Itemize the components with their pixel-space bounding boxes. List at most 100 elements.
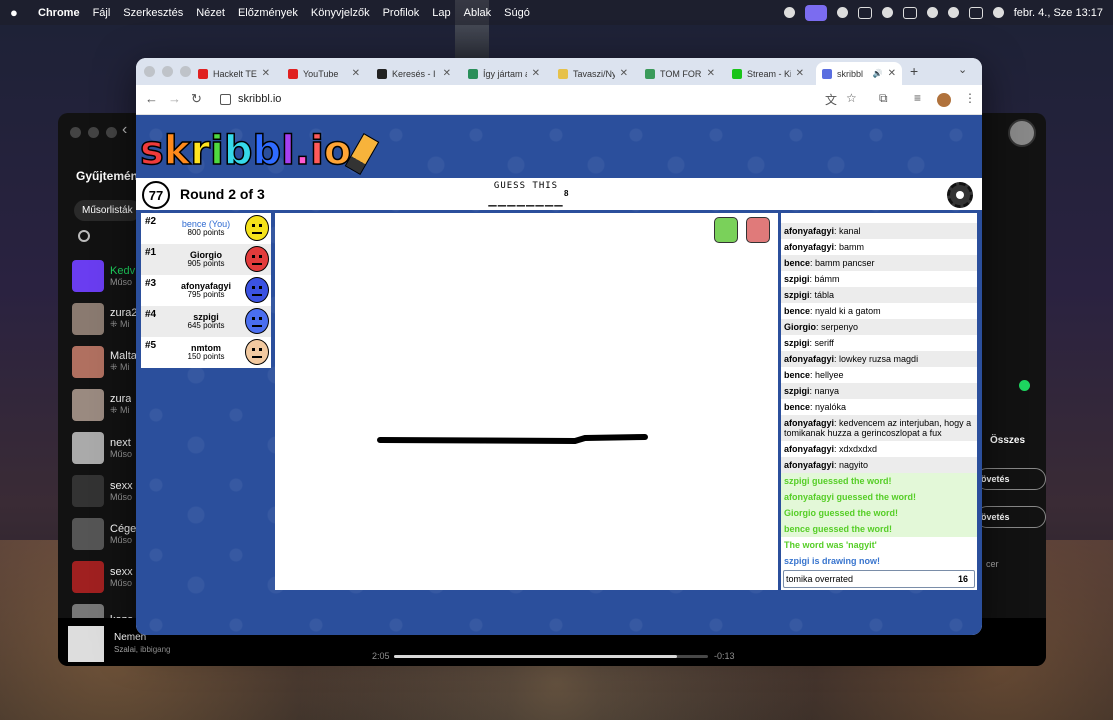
player-card[interactable]: #2 bence (You) 800 points bbox=[141, 213, 271, 244]
site-info-icon[interactable] bbox=[220, 94, 231, 105]
skribbl-logo[interactable]: skribbl.io bbox=[139, 125, 380, 175]
wifi-icon[interactable] bbox=[926, 7, 938, 18]
chat-username: afonyafagyi bbox=[784, 226, 835, 236]
chat-panel: afonyafagyi: kanal afonyafagyi: bamm bence… bbox=[781, 213, 977, 590]
menu-view[interactable]: Nézet bbox=[196, 7, 225, 19]
audio-playing-icon[interactable]: 🔊 bbox=[873, 69, 883, 78]
library-item[interactable]: zura2 ⁜ Mi bbox=[70, 297, 140, 340]
tab-favicon-icon bbox=[198, 68, 208, 79]
close-tab-icon[interactable]: ✕ bbox=[888, 68, 896, 79]
library-item[interactable]: Cége Műso bbox=[70, 512, 140, 555]
media-control-icon[interactable]: ≡ bbox=[914, 91, 921, 105]
chat-system-message: szpigi is drawing now! bbox=[781, 553, 977, 569]
spotify-window-controls[interactable] bbox=[70, 127, 117, 138]
battery-icon[interactable] bbox=[902, 6, 917, 19]
spotify-avatar[interactable] bbox=[1008, 119, 1036, 147]
bookmark-star-icon[interactable]: ☆ bbox=[846, 91, 857, 105]
url-text[interactable]: skribbl.io bbox=[238, 93, 281, 105]
search-icon[interactable] bbox=[78, 230, 90, 242]
profile-avatar[interactable] bbox=[937, 93, 951, 107]
browser-tab[interactable]: YouTube ✕ bbox=[282, 62, 366, 85]
back-icon[interactable]: ← bbox=[145, 91, 158, 106]
control-center-icon[interactable] bbox=[968, 6, 983, 19]
menu-kebab-icon[interactable]: ⋮ bbox=[964, 91, 976, 105]
menu-tab[interactable]: Lap bbox=[432, 7, 450, 19]
album-cover[interactable] bbox=[68, 626, 104, 662]
browser-tab[interactable]: Tavaszi/Nyá ✕ bbox=[552, 62, 634, 85]
library-item[interactable]: sexx Műso bbox=[70, 469, 140, 512]
chat-message: afonyafagyi: bamm bbox=[784, 242, 865, 252]
player-card[interactable]: #3 afonyafagyi 795 points bbox=[141, 275, 271, 306]
tab-search-icon[interactable]: ⌄ bbox=[958, 63, 967, 76]
menu-file[interactable]: Fájl bbox=[93, 7, 111, 19]
close-tab-icon[interactable]: ✕ bbox=[707, 68, 715, 79]
menu-app-name[interactable]: Chrome bbox=[38, 7, 80, 19]
logo-text: skribbl.io bbox=[139, 128, 352, 174]
window-controls[interactable] bbox=[144, 66, 191, 77]
chat-message: afonyafagyi: lowkey ruzsa magdi bbox=[781, 351, 977, 367]
chat-input[interactable] bbox=[786, 572, 946, 586]
status-dot-icon[interactable] bbox=[783, 7, 795, 18]
browser-tab[interactable]: skribbl 🔊 ✕ bbox=[816, 62, 902, 85]
reload-icon[interactable]: ↻ bbox=[191, 91, 202, 107]
chat-text: bence guessed the word! bbox=[784, 524, 893, 534]
forward-icon[interactable]: → bbox=[168, 91, 181, 106]
menu-profiles[interactable]: Profilok bbox=[383, 7, 420, 19]
chat-system-message: The word was 'nagyit' bbox=[781, 537, 977, 553]
back-arrow-icon[interactable]: ‹ bbox=[122, 121, 127, 139]
play-icon[interactable] bbox=[881, 7, 893, 18]
spotlight-search-icon[interactable] bbox=[947, 7, 959, 18]
browser-tab[interactable]: Hackelt TE ✕ bbox=[192, 62, 276, 85]
playlists-chip[interactable]: Műsorlisták bbox=[74, 200, 141, 221]
browser-tab[interactable]: Így jártam a ✕ bbox=[462, 62, 546, 85]
tab-favicon-icon bbox=[732, 68, 742, 79]
stats-icon[interactable] bbox=[857, 6, 872, 19]
follow-button[interactable]: övetés bbox=[976, 506, 1046, 528]
browser-tab[interactable]: Stream - Ki ✕ bbox=[726, 62, 810, 85]
close-tab-icon[interactable]: ✕ bbox=[620, 68, 628, 79]
menu-edit[interactable]: Szerkesztés bbox=[123, 7, 183, 19]
menu-history[interactable]: Előzmények bbox=[238, 7, 298, 19]
show-all-link[interactable]: Összes bbox=[990, 435, 1025, 446]
library-item[interactable]: Malta ⁜ Mi bbox=[70, 340, 140, 383]
player-card[interactable]: #5 nmtom 150 points bbox=[141, 337, 271, 368]
player-avatar-icon bbox=[245, 339, 269, 365]
thumbs-up-icon[interactable] bbox=[714, 217, 738, 243]
library-item[interactable]: zura ⁜ Mi bbox=[70, 383, 140, 426]
library-item[interactable]: next Műso bbox=[70, 426, 140, 469]
song-artist[interactable]: Szalai, ibbigang bbox=[114, 645, 170, 654]
chat-input-box[interactable]: 16 bbox=[783, 570, 975, 588]
close-tab-icon[interactable]: ✕ bbox=[796, 68, 804, 79]
library-list: Kedv Műso zura2 ⁜ Mi Malta ⁜ Mi zura ⁜ Mi ne… bbox=[70, 254, 140, 641]
playback-progress[interactable] bbox=[394, 655, 708, 658]
screen-share-icon[interactable] bbox=[804, 4, 827, 21]
new-tab-icon[interactable]: + bbox=[910, 63, 918, 79]
menu-clock[interactable]: febr. 4., Sze 13:17 bbox=[1014, 7, 1103, 19]
player-card[interactable]: #4 szpigi 645 points bbox=[141, 306, 271, 337]
library-item[interactable]: sexx Műso bbox=[70, 555, 140, 598]
menu-bookmarks[interactable]: Könyvjelzők bbox=[311, 7, 370, 19]
cloud-icon[interactable] bbox=[836, 7, 848, 18]
close-tab-icon[interactable]: ✕ bbox=[443, 68, 451, 79]
drawing-canvas[interactable] bbox=[275, 213, 778, 590]
settings-gear-icon[interactable] bbox=[947, 182, 973, 208]
chat-system-message: bence guessed the word! bbox=[781, 521, 977, 537]
library-item[interactable]: Kedv Műso bbox=[70, 254, 140, 297]
translate-icon[interactable]: 文 bbox=[825, 91, 837, 108]
browser-tab[interactable]: TOM FORD ✕ bbox=[639, 62, 721, 85]
menu-window[interactable]: Ablak bbox=[464, 7, 492, 19]
apple-icon[interactable]: ● bbox=[10, 5, 24, 20]
address-bar[interactable]: skribbl.io bbox=[210, 89, 950, 111]
logo-letter: i bbox=[309, 128, 324, 174]
menu-help[interactable]: Súgó bbox=[504, 7, 530, 19]
close-tab-icon[interactable]: ✕ bbox=[532, 68, 540, 79]
player-card[interactable]: #1 Giorgio 905 points bbox=[141, 244, 271, 275]
extensions-icon[interactable]: ⧉ bbox=[879, 91, 888, 106]
siri-icon[interactable] bbox=[992, 7, 1004, 18]
browser-tab[interactable]: Keresés - I ✕ bbox=[371, 62, 457, 85]
follow-button[interactable]: övetés bbox=[976, 468, 1046, 490]
thumbs-down-icon[interactable] bbox=[746, 217, 770, 243]
close-tab-icon[interactable]: ✕ bbox=[262, 68, 270, 79]
tab-title: skribbl bbox=[837, 68, 864, 79]
close-tab-icon[interactable]: ✕ bbox=[352, 68, 360, 79]
